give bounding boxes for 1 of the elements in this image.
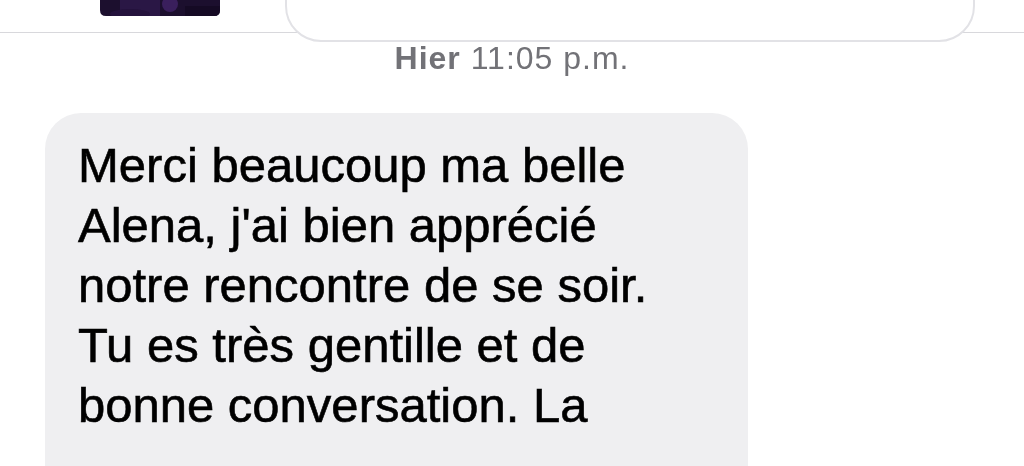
message-text: Merci beaucoup ma belle Alena, j'ai bien apprécié notre rencontre de se soir. Tu es très gentille et de bonne conversation. La	[78, 137, 648, 434]
